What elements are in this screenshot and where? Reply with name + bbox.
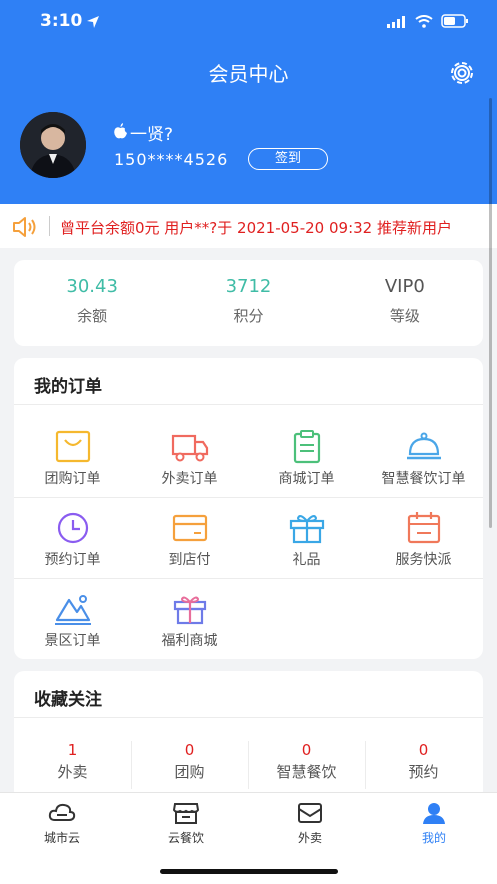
fav-label: 智慧餐饮 — [276, 763, 337, 781]
tab-label: 我的 — [421, 831, 446, 845]
notice-bar[interactable]: 曾平台余额0元 用户**?于 2021-05-20 09:32 推荐新用户 — [0, 204, 497, 248]
user-icon — [420, 801, 448, 825]
account-stats: 30.43 余额 3712 积分 VIP0 等级 — [14, 260, 483, 346]
calendar-icon — [404, 511, 444, 545]
tab-city-cloud[interactable]: 城市云 — [0, 801, 124, 846]
fav-count: 0 — [418, 741, 429, 759]
order-label: 智慧餐饮订单 — [381, 471, 466, 487]
order-label: 福利商城 — [161, 633, 218, 649]
stat-label: 余额 — [77, 307, 108, 325]
order-smart-dining[interactable]: 智慧餐饮订单 — [365, 430, 482, 488]
stat-value: 30.43 — [66, 276, 118, 297]
home-indicator — [160, 869, 338, 874]
order-label: 到店付 — [168, 552, 211, 568]
order-label: 景区订单 — [44, 633, 101, 649]
notice-text: 曾平台余额0元 用户**?于 2021-05-20 09:32 推荐新用户 — [60, 219, 452, 237]
food-cloche-icon — [404, 430, 444, 464]
phone-number: 150****4526 — [114, 150, 229, 169]
section-title: 收藏关注 — [34, 690, 102, 710]
fav-takeout[interactable]: 1 外卖 — [14, 741, 131, 782]
order-label: 服务快派 — [395, 552, 452, 568]
status-bar: 3:10 — [0, 0, 497, 44]
divider — [14, 497, 483, 498]
stat-balance[interactable]: 30.43 余额 — [14, 260, 170, 346]
order-pay-in-store[interactable]: 到店付 — [131, 511, 248, 569]
avatar[interactable] — [20, 112, 86, 178]
fav-count: 1 — [67, 741, 78, 759]
battery-icon — [441, 13, 469, 32]
stat-level[interactable]: VIP0 等级 — [327, 260, 483, 346]
fav-label: 外卖 — [57, 763, 88, 781]
apple-icon — [114, 123, 127, 143]
section-title: 我的订单 — [34, 377, 102, 397]
card-icon — [170, 511, 210, 545]
notice-divider — [49, 216, 50, 236]
order-label: 预约订单 — [44, 552, 101, 568]
gift-icon — [170, 592, 210, 626]
tab-label: 城市云 — [43, 831, 80, 845]
stat-points[interactable]: 3712 积分 — [170, 260, 326, 346]
status-time: 3:10 — [40, 11, 83, 31]
fav-label: 预约 — [408, 763, 439, 781]
username: 一贤? — [130, 125, 174, 145]
favorites-section: 收藏关注 1 外卖 0 团购 0 智慧餐饮 0 预约 — [14, 671, 483, 801]
order-label: 商城订单 — [278, 471, 335, 487]
order-label: 外卖订单 — [161, 471, 218, 487]
tab-takeout[interactable]: 外卖 — [248, 801, 372, 846]
stat-value: 3712 — [225, 276, 272, 297]
shopping-bag-icon — [53, 430, 93, 464]
clipboard-icon — [287, 430, 327, 464]
tab-label: 外卖 — [297, 831, 322, 845]
fav-count: 0 — [184, 741, 195, 759]
order-label: 礼品 — [292, 552, 321, 568]
store-icon — [172, 801, 200, 825]
order-mall[interactable]: 商城订单 — [248, 430, 365, 488]
fav-count: 0 — [301, 741, 312, 759]
gear-icon[interactable] — [447, 58, 477, 88]
tab-label: 云餐饮 — [167, 831, 204, 845]
order-label: 团购订单 — [44, 471, 101, 487]
page-title: 会员中心 — [208, 62, 289, 86]
mail-icon — [296, 801, 324, 825]
divider — [14, 404, 483, 405]
cellular-signal-icon — [387, 13, 407, 32]
fav-groupbuy[interactable]: 0 团购 — [131, 741, 248, 782]
cloud-icon — [48, 801, 76, 825]
order-scenic[interactable]: 景区订单 — [14, 592, 131, 650]
my-orders-section: 我的订单 团购订单 外卖订单 商城订单 智慧餐饮订单 预约订单 到店付 礼品 服… — [14, 358, 483, 659]
clock-icon — [53, 511, 93, 545]
divider — [14, 578, 483, 579]
mountain-icon — [53, 592, 93, 626]
order-takeout[interactable]: 外卖订单 — [131, 430, 248, 488]
tab-mine[interactable]: 我的 — [372, 801, 496, 846]
tab-cloud-dining[interactable]: 云餐饮 — [124, 801, 248, 846]
member-header: 会员中心 一贤? 150****4526 签到 — [0, 44, 497, 204]
order-welfare-mall[interactable]: 福利商城 — [131, 592, 248, 650]
stat-label: 等级 — [389, 307, 420, 325]
order-groupbuy[interactable]: 团购订单 — [14, 430, 131, 488]
order-gifts[interactable]: 礼品 — [248, 511, 365, 569]
scrollbar[interactable] — [489, 98, 492, 528]
divider — [14, 717, 483, 718]
stat-value: VIP0 — [384, 276, 425, 297]
delivery-truck-icon — [170, 430, 210, 464]
location-arrow-icon — [86, 14, 100, 33]
gift-box-icon — [287, 511, 327, 545]
fav-reservation[interactable]: 0 预约 — [365, 741, 482, 782]
order-reservation[interactable]: 预约订单 — [14, 511, 131, 569]
signin-button[interactable]: 签到 — [248, 148, 328, 170]
fav-label: 团购 — [174, 763, 205, 781]
fav-smart-dining[interactable]: 0 智慧餐饮 — [248, 741, 365, 782]
wifi-icon — [415, 13, 433, 32]
speaker-icon — [12, 216, 40, 242]
stat-label: 积分 — [233, 307, 264, 325]
order-service-dispatch[interactable]: 服务快派 — [365, 511, 482, 569]
